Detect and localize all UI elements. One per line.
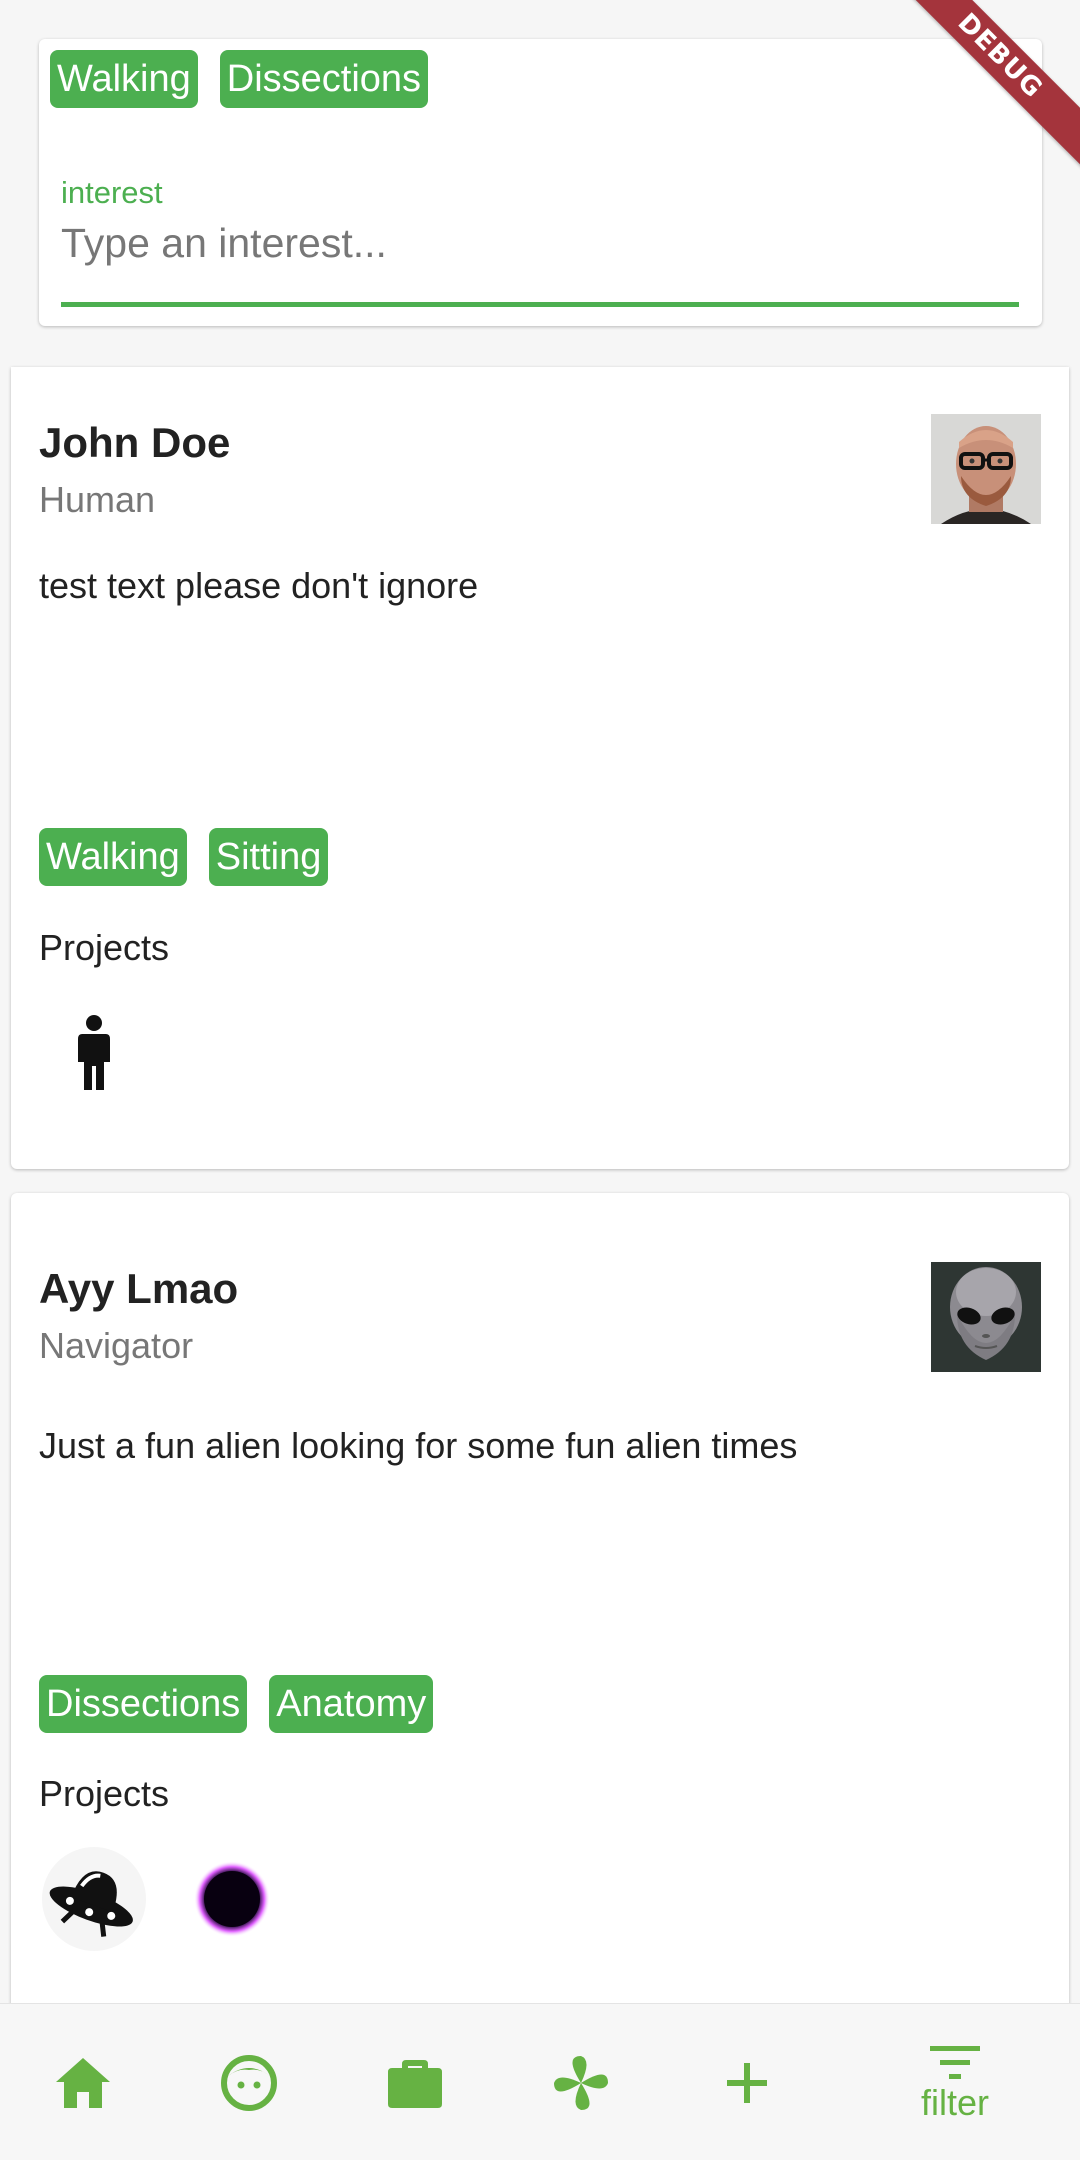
nav-explore[interactable]	[526, 2004, 636, 2160]
profile-name: Ayy Lmao	[39, 1265, 239, 1312]
interest-chip: Walking	[39, 828, 187, 886]
profile-card[interactable]: John Doe Human test text please don't ig…	[11, 367, 1069, 1169]
interest-input-underline	[61, 302, 1019, 307]
profile-interests: Walking Sitting	[39, 828, 329, 886]
app-screen: DEBUG Walking Dissections interest John …	[0, 0, 1080, 2160]
nav-filter[interactable]: filter	[890, 2004, 1020, 2160]
avatar-photo-man	[931, 414, 1041, 524]
pinwheel-icon	[554, 2055, 608, 2110]
profile-role: Navigator	[39, 1325, 194, 1366]
profile-bio: test text please don't ignore	[39, 565, 479, 606]
interest-input[interactable]	[61, 213, 1019, 273]
nav-profile[interactable]	[194, 2004, 304, 2160]
home-icon	[56, 2057, 110, 2108]
profile-role: Human	[39, 479, 156, 520]
project-list	[39, 1844, 287, 1954]
interest-chip: Sitting	[208, 828, 329, 886]
bottom-navigation: filter	[0, 2003, 1080, 2160]
profile-card[interactable]: Ayy Lmao Navigator Just a fun alien look…	[11, 1193, 1069, 2013]
avatar	[931, 414, 1041, 524]
profile-interests: Dissections Anatomy	[39, 1675, 434, 1733]
nav-home[interactable]	[28, 2004, 138, 2160]
profile-name: John Doe	[39, 419, 231, 466]
interest-chip[interactable]: Dissections	[219, 50, 429, 108]
filter-icon	[930, 2045, 980, 2079]
projects-label: Projects	[39, 927, 170, 968]
briefcase-icon	[388, 2059, 442, 2108]
interest-chip[interactable]: Walking	[50, 50, 198, 108]
plus-icon	[727, 2062, 767, 2103]
nav-add[interactable]	[692, 2004, 802, 2160]
ufo-icon[interactable]	[39, 1844, 149, 1954]
selected-interests: Walking Dissections	[50, 50, 429, 108]
face-icon	[221, 2054, 277, 2111]
person-icon-glyph	[78, 1015, 110, 1090]
ufo-icon-glyph	[42, 1847, 146, 1951]
black-hole-icon-glyph	[194, 1861, 270, 1937]
avatar	[931, 1262, 1041, 1372]
nav-filter-label: filter	[920, 2081, 989, 2123]
profile-bio: Just a fun alien looking for some fun al…	[39, 1425, 798, 1466]
black-hole-icon[interactable]	[177, 1844, 287, 1954]
project-list	[39, 999, 149, 1109]
avatar-photo-alien	[931, 1262, 1041, 1372]
interest-chip: Dissections	[39, 1675, 248, 1733]
interest-field-label: interest	[61, 175, 163, 210]
person-icon[interactable]	[39, 999, 149, 1109]
interest-filter-card: Walking Dissections interest	[39, 39, 1042, 326]
projects-label: Projects	[39, 1773, 170, 1814]
interest-chip: Anatomy	[269, 1675, 434, 1733]
nav-work[interactable]	[360, 2004, 470, 2160]
